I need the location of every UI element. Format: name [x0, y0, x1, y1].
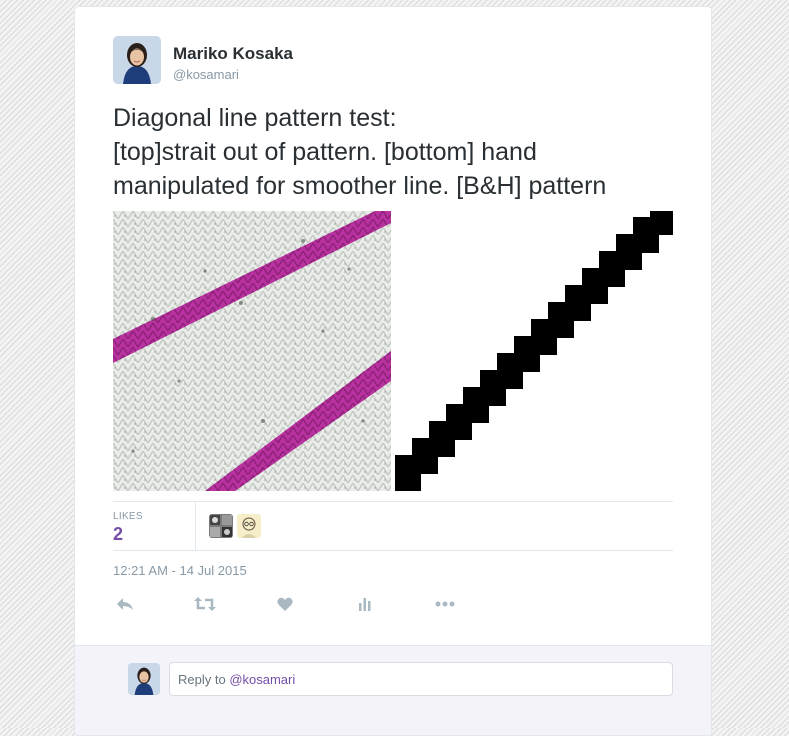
reply-area: Reply to @kosamari: [75, 645, 711, 735]
tweet-text-line: Diagonal line pattern test:: [113, 104, 397, 132]
tweet-card: Mariko Kosaka @kosamari Diagonal line pa…: [74, 6, 712, 736]
liker-avatar[interactable]: [209, 514, 233, 538]
tweet-stats: LIKES 2: [113, 501, 673, 551]
reply-mention: @kosamari: [229, 672, 296, 687]
author-avatar[interactable]: [113, 36, 161, 84]
retweet-icon[interactable]: [193, 592, 217, 616]
heart-icon[interactable]: [273, 592, 297, 616]
reply-prefix: Reply to: [178, 672, 230, 687]
reply-icon[interactable]: [113, 592, 137, 616]
more-icon[interactable]: [433, 592, 457, 616]
likes-count[interactable]: 2: [113, 524, 123, 545]
tweet-timestamp[interactable]: 12:21 AM - 14 Jul 2015: [113, 563, 247, 578]
tweet-actions: [113, 592, 513, 616]
current-user-avatar: [128, 663, 160, 695]
tweet-media[interactable]: [113, 211, 673, 491]
pixel-pattern-image[interactable]: [395, 211, 673, 491]
author-handle[interactable]: @kosamari: [173, 67, 239, 82]
likes-label: LIKES: [113, 511, 143, 522]
author-name[interactable]: Mariko Kosaka: [173, 44, 293, 64]
tweet-text-line: manipulated for smoother line. [B&H] pat…: [113, 172, 607, 200]
reply-input[interactable]: Reply to @kosamari: [169, 662, 673, 696]
tweet-text-line: [top]strait out of pattern. [bottom] han…: [113, 138, 537, 166]
liker-avatar[interactable]: [237, 514, 261, 538]
tweet-text: Diagonal line pattern test: [top]strait …: [113, 101, 693, 203]
stats-divider: [195, 502, 196, 550]
analytics-icon[interactable]: [353, 592, 377, 616]
knit-photo[interactable]: [113, 211, 391, 491]
